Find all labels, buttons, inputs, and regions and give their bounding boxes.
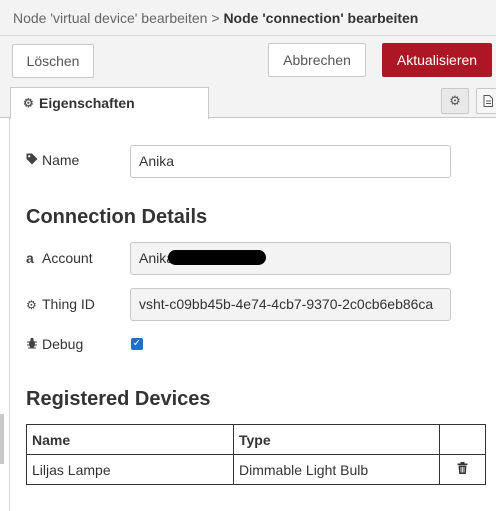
- thing-id-input[interactable]: vsht-c09bb45b-4e74-4cb7-9370-2c0cb6eb86c…: [130, 288, 451, 321]
- editor-header: Node 'virtual device' bearbeiten > Node …: [0, 0, 496, 36]
- name-label-row: Name: [26, 152, 79, 168]
- tab-strip: ⚙ Eigenschaften: [0, 86, 496, 119]
- trash-icon[interactable]: [439, 454, 486, 485]
- redaction-mark: [168, 250, 266, 265]
- tab-properties[interactable]: ⚙ Eigenschaften: [10, 87, 209, 119]
- connection-details-heading: Connection Details: [26, 206, 208, 228]
- breadcrumb-parent[interactable]: Node 'virtual device' bearbeiten: [13, 10, 207, 26]
- breadcrumb-current: Node 'connection' bearbeiten: [223, 10, 419, 26]
- table-header-row: Name Type: [26, 424, 486, 455]
- breadcrumb: Node 'virtual device' bearbeiten > Node …: [13, 10, 418, 26]
- tag-icon: [26, 153, 40, 168]
- tab-properties-label: Eigenschaften: [39, 95, 135, 111]
- bug-icon: [26, 337, 40, 352]
- gear-icon: ⚙: [23, 96, 34, 110]
- column-header-name: Name: [26, 424, 234, 455]
- document-icon[interactable]: [476, 88, 496, 114]
- thing-id-label: Thing ID: [42, 296, 95, 312]
- debug-label-row: Debug: [26, 336, 83, 352]
- column-header-actions: [439, 424, 486, 455]
- thing-id-label-row: ⚙ Thing ID: [26, 296, 95, 312]
- account-label-row: a Account: [26, 250, 93, 266]
- debug-checkbox[interactable]: ✓: [131, 338, 143, 350]
- resize-handle[interactable]: [0, 414, 4, 464]
- amazon-icon: a: [26, 250, 34, 266]
- gear-icon[interactable]: ⚙: [441, 88, 469, 114]
- device-name-cell: Liljas Lampe: [26, 454, 234, 485]
- breadcrumb-separator: >: [211, 10, 220, 26]
- delete-button[interactable]: Löschen: [12, 44, 94, 78]
- column-header-type: Type: [233, 424, 440, 455]
- registered-devices-heading: Registered Devices: [26, 388, 211, 410]
- gear-icon: ⚙: [26, 298, 37, 312]
- devices-table: Name Type Liljas Lampe Dimmable Light Bu…: [26, 424, 486, 485]
- name-input[interactable]: Anika: [130, 145, 451, 178]
- device-type-cell: Dimmable Light Bulb: [233, 454, 440, 485]
- panel-border: [9, 118, 10, 511]
- action-bar: Löschen Abbrechen Aktualisieren: [0, 36, 496, 86]
- debug-label: Debug: [42, 336, 84, 352]
- update-button[interactable]: Aktualisieren: [382, 43, 492, 77]
- account-label: Account: [42, 250, 93, 266]
- table-row: Liljas Lampe Dimmable Light Bulb: [26, 454, 486, 485]
- cancel-button[interactable]: Abbrechen: [268, 43, 366, 77]
- name-label: Name: [42, 152, 80, 168]
